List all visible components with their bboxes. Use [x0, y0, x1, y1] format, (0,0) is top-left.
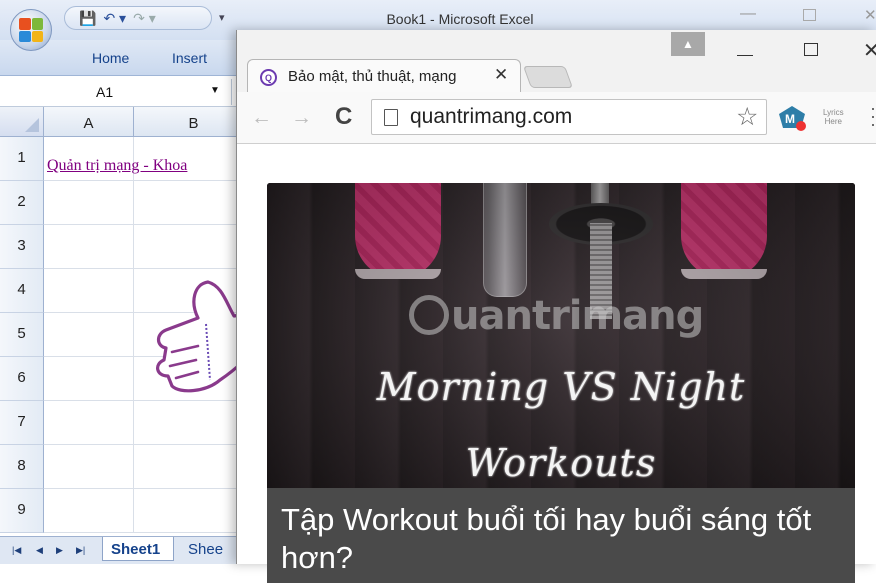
back-icon[interactable]: ←: [251, 106, 272, 130]
page-icon: [384, 109, 398, 126]
cell[interactable]: [44, 225, 134, 269]
tab-insert[interactable]: Insert: [172, 50, 207, 66]
excel-close-button[interactable]: ✕: [864, 6, 876, 24]
cell[interactable]: [134, 401, 244, 445]
cell[interactable]: [44, 269, 134, 313]
column-header-a[interactable]: A: [44, 107, 134, 137]
row-header[interactable]: 3: [0, 225, 44, 269]
row-header[interactable]: 9: [0, 489, 44, 533]
lyrics-label-1: Lyrics: [823, 108, 844, 117]
reload-icon[interactable]: C: [335, 103, 352, 131]
cell[interactable]: [44, 181, 134, 225]
last-sheet-icon[interactable]: ▶|: [76, 545, 85, 556]
chrome-toolbar: ← → C quantrimang.com ☆ M Lyrics Here · ·…: [237, 92, 876, 144]
lyrics-label-2: Here: [824, 117, 842, 126]
chrome-close-button[interactable]: ✕: [863, 38, 876, 63]
sheet-tab-sheet2[interactable]: Shee: [188, 541, 223, 558]
row-header[interactable]: 1: [0, 137, 44, 181]
excel-maximize-button[interactable]: [803, 9, 816, 21]
chrome-maximize-button[interactable]: [804, 43, 818, 56]
chrome-window: ▲ ✕ Q Bảo mật, thủ thuật, mạng ✕ ← → C q…: [236, 30, 876, 583]
cell-a1-hyperlink[interactable]: Quản trị mạng - Khoa: [47, 157, 187, 175]
article-hero-image: uantrimang Morning VS Night Workouts: [267, 183, 855, 488]
cell[interactable]: [44, 445, 134, 489]
cell[interactable]: [44, 357, 134, 401]
office-button-icon: [19, 18, 43, 42]
row-header[interactable]: 7: [0, 401, 44, 445]
prev-sheet-icon[interactable]: ◀: [36, 545, 43, 556]
tab-title: Bảo mật, thủ thuật, mạng: [288, 68, 457, 85]
cell[interactable]: [134, 225, 244, 269]
address-bar[interactable]: quantrimang.com ☆: [371, 99, 767, 135]
tab-home[interactable]: Home: [92, 50, 129, 66]
article-card[interactable]: uantrimang Morning VS Night Workouts Tập…: [267, 183, 855, 583]
first-sheet-icon[interactable]: |◀: [12, 545, 21, 556]
row-header[interactable]: 4: [0, 269, 44, 313]
excel-minimize-button[interactable]: —: [740, 5, 756, 23]
cell[interactable]: [134, 181, 244, 225]
name-box[interactable]: A1: [0, 79, 232, 105]
office-button[interactable]: [10, 9, 52, 51]
hero-headline-1: Morning VS Night: [376, 365, 746, 409]
menu-icon[interactable]: · · ·: [870, 99, 876, 133]
lyrics-extension-icon[interactable]: Lyrics Here: [823, 108, 844, 126]
cell[interactable]: [44, 313, 134, 357]
new-tab-button[interactable]: [522, 66, 574, 88]
watermark-logo-icon: [409, 295, 449, 335]
user-profile-icon[interactable]: ▲: [671, 32, 705, 56]
cell[interactable]: [134, 445, 244, 489]
hero-headline-2: Workouts: [465, 441, 657, 485]
cell[interactable]: [134, 489, 244, 533]
row-header[interactable]: 6: [0, 357, 44, 401]
watermark: uantrimang: [409, 293, 704, 339]
cell[interactable]: [44, 489, 134, 533]
row-header[interactable]: 8: [0, 445, 44, 489]
select-all-corner[interactable]: [0, 107, 44, 137]
article-title[interactable]: Tập Workout buổi tối hay buổi sáng tốt h…: [281, 501, 851, 577]
sheet-tab-sheet1[interactable]: Sheet1: [102, 537, 174, 561]
cell[interactable]: [44, 401, 134, 445]
forward-icon[interactable]: →: [291, 106, 312, 130]
url-text[interactable]: quantrimang.com: [410, 105, 572, 129]
extension-icon[interactable]: M: [777, 104, 807, 132]
row-header[interactable]: 2: [0, 181, 44, 225]
browser-tab[interactable]: Q Bảo mật, thủ thuật, mạng ✕: [247, 59, 521, 93]
svg-text:M: M: [785, 112, 795, 126]
favicon-icon: Q: [260, 69, 277, 86]
tab-close-icon[interactable]: ✕: [494, 65, 508, 85]
next-sheet-icon[interactable]: ▶: [56, 545, 63, 556]
chrome-tabstrip: ▲ ✕ Q Bảo mật, thủ thuật, mạng ✕: [237, 30, 876, 93]
star-icon[interactable]: ☆: [736, 102, 758, 132]
chrome-minimize-button[interactable]: [737, 55, 753, 56]
row-header[interactable]: 5: [0, 313, 44, 357]
chevron-down-icon[interactable]: ▼: [210, 85, 220, 96]
